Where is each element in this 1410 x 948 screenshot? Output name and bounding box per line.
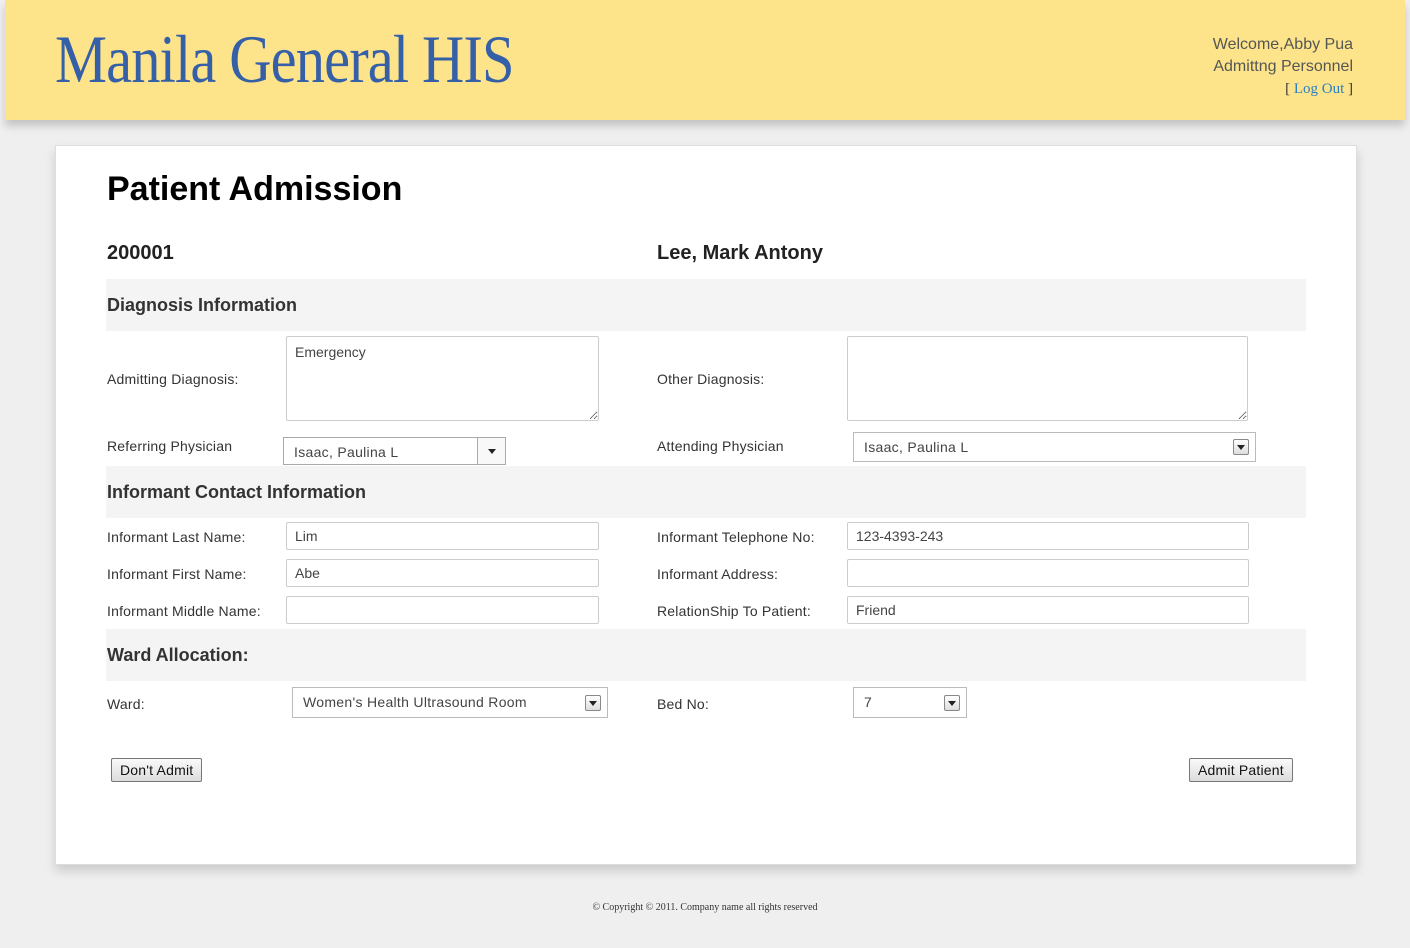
informant-middle-name-input[interactable] — [286, 596, 599, 624]
bed-no-label: Bed No: — [657, 696, 709, 712]
chevron-down-icon — [477, 438, 505, 464]
logout-wrapper: [ Log Out ] — [1213, 78, 1353, 100]
patient-name: Lee, Mark Antony — [657, 242, 823, 264]
dont-admit-button[interactable]: Don't Admit — [111, 758, 203, 782]
referring-physician-label: Referring Physician — [107, 438, 233, 454]
chevron-down-icon — [585, 695, 601, 711]
app-logo: Manila General HIS — [55, 21, 515, 97]
relationship-input[interactable] — [847, 596, 1249, 624]
logout-bracket-close: ] — [1348, 81, 1353, 97]
user-role: Admittng Personnel — [1213, 58, 1353, 75]
chevron-down-icon — [1233, 439, 1249, 455]
informant-first-name-label: Informant First Name: — [107, 566, 247, 582]
logout-bracket-open: [ — [1285, 81, 1291, 97]
referring-physician-value: Isaac, Paulina L — [294, 444, 399, 460]
ward-select[interactable]: Women's Health Ultrasound Room — [292, 687, 608, 718]
bed-no-value: 7 — [864, 694, 873, 710]
informant-last-name-label: Informant Last Name: — [107, 529, 246, 545]
admit-patient-button[interactable]: Admit Patient — [1189, 758, 1293, 782]
page-title: Patient Admission — [107, 170, 403, 208]
other-diagnosis-textarea[interactable] — [847, 336, 1248, 421]
relationship-label: RelationShip To Patient: — [657, 603, 811, 619]
logout-link[interactable]: Log Out — [1294, 81, 1344, 97]
informant-last-name-input[interactable] — [286, 522, 599, 550]
welcome-text: Welcome,Abby Pua — [1212, 36, 1353, 53]
ward-value: Women's Health Ultrasound Room — [303, 694, 527, 710]
bed-no-select[interactable]: 7 — [853, 687, 967, 718]
user-info: Welcome,Abby Pua Admittng Personnel [ Lo… — [1213, 34, 1353, 100]
referring-physician-select[interactable]: Isaac, Paulina L — [283, 437, 506, 465]
patient-id: 200001 — [107, 242, 174, 264]
informant-address-input[interactable] — [847, 559, 1249, 587]
section-informant-header: Informant Contact Information — [106, 466, 1306, 518]
attending-physician-select[interactable]: Isaac, Paulina L — [853, 432, 1256, 462]
chevron-down-icon — [944, 695, 960, 711]
informant-address-label: Informant Address: — [657, 566, 779, 582]
informant-telephone-label: Informant Telephone No: — [657, 529, 815, 545]
footer-copyright: © Copyright © 2011. Company name all rig… — [592, 902, 818, 913]
informant-first-name-input[interactable] — [286, 559, 599, 587]
attending-physician-value: Isaac, Paulina L — [864, 439, 969, 455]
admitting-diagnosis-label: Admitting Diagnosis: — [107, 371, 239, 387]
informant-middle-name-label: Informant Middle Name: — [107, 603, 261, 619]
admission-panel: Patient Admission 200001 Lee, Mark Anton… — [55, 145, 1357, 865]
header-bar: Manila General HIS Welcome,Abby Pua Admi… — [5, 0, 1405, 120]
informant-telephone-input[interactable] — [847, 522, 1249, 550]
attending-physician-label: Attending Physician — [657, 438, 784, 454]
other-diagnosis-label: Other Diagnosis: — [657, 371, 765, 387]
section-diagnosis-header: Diagnosis Information — [106, 279, 1306, 331]
admitting-diagnosis-textarea[interactable]: Emergency — [286, 336, 599, 421]
ward-label: Ward: — [107, 696, 145, 712]
section-ward-header: Ward Allocation: — [106, 629, 1306, 681]
